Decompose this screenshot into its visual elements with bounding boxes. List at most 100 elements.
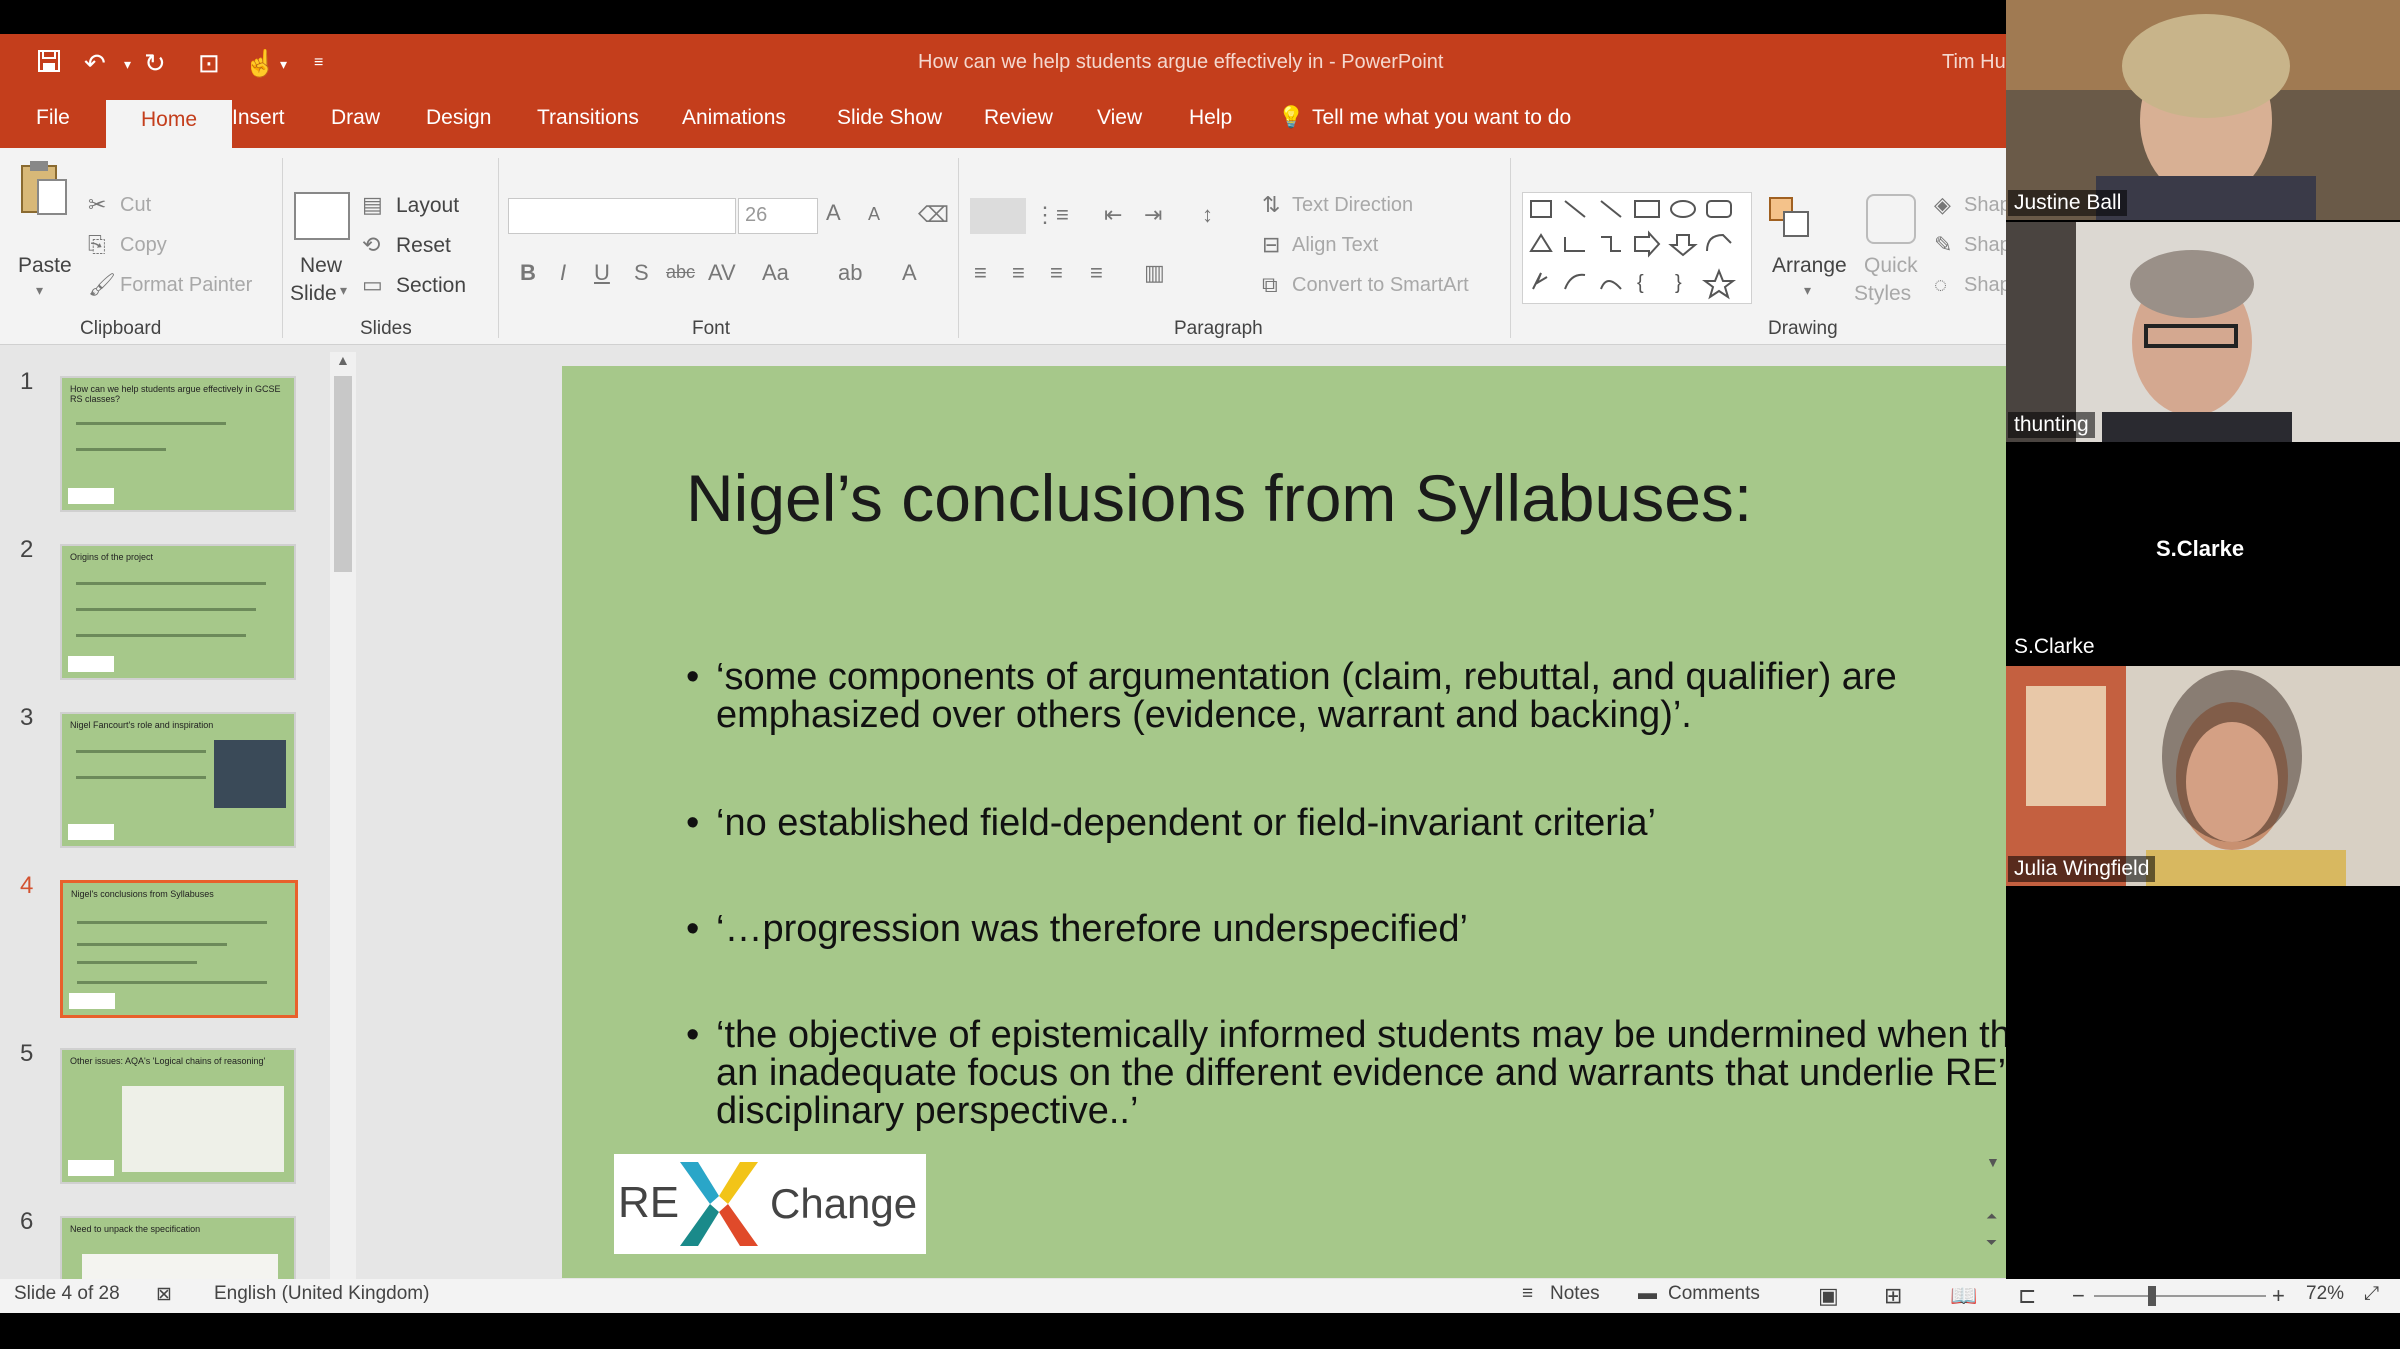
- chevron-down-icon[interactable]: ▾: [1804, 282, 1811, 299]
- user-name[interactable]: Tim Hu: [1942, 51, 2006, 74]
- chevron-down-icon[interactable]: ▾: [124, 56, 131, 73]
- paste-button[interactable]: Paste: [18, 254, 72, 278]
- slide-canvas[interactable]: Nigel’s conclusions from Syllabuses: • ‘…: [562, 366, 2006, 1278]
- slide-thumbnail-2[interactable]: Origins of the project: [60, 544, 296, 680]
- shape-fill-button[interactable]: Shap: [1964, 194, 2006, 217]
- previous-slide-icon[interactable]: ⏶: [1986, 1208, 1997, 1225]
- scroll-up-icon[interactable]: ▲: [336, 352, 350, 368]
- align-left-icon[interactable]: ≡: [974, 260, 987, 286]
- reset-button[interactable]: Reset: [396, 234, 451, 258]
- video-tile-s-clarke[interactable]: S.Clarke S.Clarke: [2006, 444, 2400, 664]
- shadow-icon[interactable]: S: [634, 260, 649, 286]
- align-right-icon[interactable]: ≡: [1050, 260, 1063, 286]
- slide-thumbnail-3[interactable]: Nigel Fancourt's role and inspiration: [60, 712, 296, 848]
- quick-styles-button[interactable]: Styles: [1854, 282, 1911, 306]
- underline-icon[interactable]: U: [594, 260, 610, 286]
- scrollbar-thumb[interactable]: [334, 376, 352, 572]
- new-slide-button[interactable]: Slide: [290, 282, 337, 306]
- slide-title[interactable]: Nigel’s conclusions from Syllabuses:: [686, 460, 1752, 536]
- character-spacing-icon[interactable]: AV: [708, 260, 736, 286]
- new-slide-label[interactable]: New: [300, 254, 342, 278]
- tab-design[interactable]: Design: [426, 106, 491, 130]
- cut-button[interactable]: Cut: [120, 194, 151, 217]
- zoom-level[interactable]: 72%: [2306, 1283, 2344, 1305]
- shape-effects-button[interactable]: Shap: [1964, 274, 2006, 297]
- font-color-icon[interactable]: A: [902, 260, 917, 286]
- reading-view-icon[interactable]: 📖: [1950, 1283, 1977, 1309]
- spelling-check-icon[interactable]: ⊠: [156, 1283, 172, 1306]
- decrease-indent-icon[interactable]: ⇤: [1104, 202, 1122, 228]
- paste-icon[interactable]: [16, 158, 70, 218]
- copy-button[interactable]: Copy: [120, 234, 167, 257]
- quick-styles-icon[interactable]: [1866, 194, 1916, 244]
- language-indicator[interactable]: English (United Kingdom): [214, 1283, 429, 1305]
- align-text-button[interactable]: Align Text: [1292, 234, 1378, 257]
- increase-indent-icon[interactable]: ⇥: [1144, 202, 1162, 228]
- tab-review[interactable]: Review: [984, 106, 1053, 130]
- align-center-icon[interactable]: ≡: [1012, 260, 1025, 286]
- strikethrough-icon[interactable]: abc: [666, 262, 695, 283]
- tab-transitions[interactable]: Transitions: [537, 106, 639, 130]
- next-slide-icon[interactable]: ⏷: [1986, 1234, 1997, 1251]
- zoom-slider[interactable]: [2094, 1295, 2266, 1297]
- redo-icon[interactable]: ↻: [144, 48, 166, 79]
- chevron-down-icon[interactable]: ▾: [340, 282, 347, 299]
- quick-styles-label[interactable]: Quick: [1864, 254, 1918, 278]
- font-name-input[interactable]: [508, 198, 736, 234]
- layout-button[interactable]: Layout: [396, 194, 459, 218]
- arrange-icon[interactable]: [1766, 194, 1814, 242]
- zoom-in-icon[interactable]: +: [2272, 1283, 2285, 1309]
- tab-view[interactable]: View: [1097, 106, 1142, 130]
- numbering-icon[interactable]: ⋮≡: [1034, 202, 1069, 228]
- slide-show-icon[interactable]: ⊏: [2018, 1283, 2036, 1309]
- tab-insert[interactable]: Insert: [232, 106, 285, 130]
- undo-icon[interactable]: ↶: [84, 48, 106, 79]
- scroll-down-icon[interactable]: ▼: [1986, 1154, 2000, 1170]
- chevron-down-icon[interactable]: ▾: [36, 282, 43, 299]
- arrange-button[interactable]: Arrange: [1772, 254, 1847, 278]
- bold-icon[interactable]: B: [520, 260, 536, 286]
- new-slide-icon[interactable]: [294, 192, 350, 240]
- slide-thumbnail-1[interactable]: How can we help students argue effective…: [60, 376, 296, 512]
- tab-file[interactable]: File: [36, 106, 70, 130]
- video-tile-thunting[interactable]: thunting: [2006, 222, 2400, 442]
- slide-counter[interactable]: Slide 4 of 28: [14, 1283, 120, 1305]
- tab-animations[interactable]: Animations: [682, 106, 786, 130]
- start-from-beginning-icon[interactable]: ⊡: [198, 48, 220, 79]
- fit-to-window-icon[interactable]: ⤢: [2364, 1283, 2379, 1305]
- slide-thumbnail-5[interactable]: Other issues: AQA's 'Logical chains of r…: [60, 1048, 296, 1184]
- comments-button[interactable]: Comments: [1668, 1283, 1760, 1305]
- section-button[interactable]: Section: [396, 274, 466, 298]
- tab-slide-show[interactable]: Slide Show: [837, 106, 942, 130]
- decrease-font-icon[interactable]: A: [868, 204, 880, 225]
- zoom-slider-thumb[interactable]: [2148, 1286, 2156, 1306]
- thumbnails-scrollbar[interactable]: ▲ ▼: [330, 352, 356, 1302]
- notes-button[interactable]: Notes: [1550, 1283, 1600, 1305]
- clear-formatting-icon[interactable]: ⌫: [918, 202, 949, 228]
- convert-smartart-button[interactable]: Convert to SmartArt: [1292, 274, 1469, 297]
- bullet-item[interactable]: • ‘some components of argumentation (cla…: [686, 658, 2006, 738]
- save-icon[interactable]: [36, 48, 62, 81]
- touch-mode-icon[interactable]: ☝: [244, 48, 276, 79]
- zoom-out-icon[interactable]: −: [2072, 1283, 2085, 1309]
- line-spacing-icon[interactable]: ↕: [1202, 202, 1213, 228]
- slide-thumbnail-4-selected[interactable]: Nigel's conclusions from Syllabuses: [60, 880, 298, 1018]
- highlight-icon[interactable]: ab: [838, 260, 862, 286]
- tell-me-search[interactable]: Tell me what you want to do: [1312, 106, 1571, 130]
- customize-toolbar-icon[interactable]: ≡: [314, 54, 323, 72]
- font-size-input[interactable]: 26: [738, 198, 818, 234]
- video-tile-julia-wingfield[interactable]: Julia Wingfield: [2006, 666, 2400, 886]
- video-tile-justine-ball[interactable]: Justine Ball: [2006, 0, 2400, 220]
- bullets-icon[interactable]: [970, 198, 1026, 234]
- columns-icon[interactable]: ▥: [1144, 260, 1165, 286]
- chevron-down-icon[interactable]: ▾: [280, 56, 287, 73]
- justify-icon[interactable]: ≡: [1090, 260, 1103, 286]
- italic-icon[interactable]: I: [560, 260, 566, 286]
- tab-draw[interactable]: Draw: [331, 106, 380, 130]
- normal-view-icon[interactable]: ▣: [1818, 1283, 1839, 1309]
- tab-home[interactable]: Home: [106, 100, 232, 148]
- text-direction-button[interactable]: Text Direction: [1292, 194, 1413, 217]
- format-painter-button[interactable]: Format Painter: [120, 274, 252, 297]
- slide-vertical-scrollbar[interactable]: ▼ ⏶ ⏷: [1982, 1146, 2004, 1266]
- shape-outline-button[interactable]: Shap: [1964, 234, 2006, 257]
